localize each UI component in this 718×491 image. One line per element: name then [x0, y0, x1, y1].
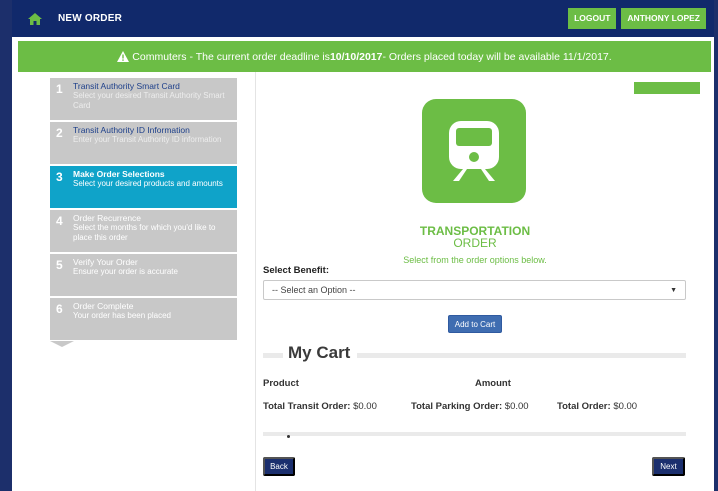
step-description: Select the months for which you'd like t…	[73, 223, 216, 242]
banner-suffix: - Orders placed today will be available …	[382, 50, 612, 63]
step-description: Ensure your order is accurate	[73, 267, 178, 276]
total-parking: Total Parking Order: $0.00	[411, 401, 529, 412]
banner-prefix: Commuters - The current order deadline i…	[132, 50, 330, 63]
nav-actions: LOGOUT ANTHONY LOPEZ	[568, 8, 706, 29]
warning-icon	[117, 51, 130, 62]
cart-divider-left	[263, 353, 283, 358]
select-value: -- Select an Option --	[272, 285, 356, 295]
heading-order: ORDER	[453, 236, 497, 250]
total-transit-label: Total Transit Order:	[263, 401, 351, 412]
benefit-select[interactable]: -- Select an Option -- ▼	[263, 280, 686, 300]
step-title: Transit Authority ID Information	[73, 125, 190, 135]
total-order-value: $0.00	[613, 401, 638, 412]
step-title: Order Complete	[73, 301, 134, 311]
step-number: 2	[56, 126, 63, 140]
total-transit: Total Transit Order: $0.00	[263, 401, 377, 412]
total-order: Total Order: $0.00	[557, 401, 637, 412]
total-order-label: Total Order:	[557, 401, 611, 412]
next-button[interactable]: Next	[652, 457, 685, 476]
step-title: Order Recurrence	[73, 213, 142, 223]
order-note: Select from the order options below.	[403, 255, 547, 265]
step-description: Your order has been placed	[73, 311, 171, 320]
status-tag	[634, 82, 700, 94]
cart-bottom-divider	[263, 432, 686, 436]
step-description: Enter your Transit Authority ID informat…	[73, 135, 222, 144]
column-header-product: Product	[263, 378, 299, 389]
step-4[interactable]: 4 Order Recurrence Select the months for…	[50, 210, 237, 254]
step-description: Select your desired products and amounts	[73, 179, 223, 188]
step-1[interactable]: 1 Transit Authority Smart Card Select yo…	[50, 78, 237, 122]
total-parking-value: $0.00	[504, 401, 529, 412]
step-number: 5	[56, 258, 63, 272]
select-benefit-label: Select Benefit:	[263, 265, 329, 276]
banner-deadline: 10/10/2017	[329, 50, 383, 63]
step-arrow	[50, 341, 74, 347]
step-title: Make Order Selections	[73, 169, 165, 179]
back-button[interactable]: Back	[263, 457, 295, 476]
panel-divider	[255, 72, 256, 491]
step-number: 4	[56, 214, 63, 228]
add-to-cart-button[interactable]: Add to Cart	[448, 315, 502, 333]
divider-dot	[287, 435, 290, 438]
top-nav: NEW ORDER LOGOUT ANTHONY LOPEZ	[12, 0, 714, 37]
step-number: 1	[56, 82, 63, 96]
train-icon	[422, 99, 526, 203]
chevron-down-icon: ▼	[670, 286, 677, 294]
cart-title: My Cart	[288, 343, 351, 362]
step-number: 3	[56, 170, 63, 184]
home-icon[interactable]	[12, 0, 58, 37]
column-header-amount: Amount	[475, 378, 511, 389]
step-title: Transit Authority Smart Card	[73, 81, 180, 91]
total-parking-label: Total Parking Order:	[411, 401, 503, 412]
total-transit-value: $0.00	[353, 401, 377, 412]
user-menu-button[interactable]: ANTHONY LOPEZ	[621, 8, 706, 29]
deadline-banner: Commuters - The current order deadline i…	[18, 41, 711, 72]
step-number: 6	[56, 302, 63, 316]
step-2[interactable]: 2 Transit Authority ID Information Enter…	[50, 122, 237, 166]
page-title: NEW ORDER	[58, 13, 123, 24]
step-3[interactable]: 3 Make Order Selections Select your desi…	[50, 166, 237, 210]
step-6[interactable]: 6 Order Complete Your order has been pla…	[50, 298, 237, 347]
step-5[interactable]: 5 Verify Your Order Ensure your order is…	[50, 254, 237, 298]
steps-sidebar: 1 Transit Authority Smart Card Select yo…	[50, 78, 237, 347]
cart-divider-right	[357, 353, 686, 358]
logout-button[interactable]: LOGOUT	[568, 8, 617, 29]
step-description: Select your desired Transit Authority Sm…	[73, 91, 225, 110]
step-title: Verify Your Order	[73, 257, 138, 267]
